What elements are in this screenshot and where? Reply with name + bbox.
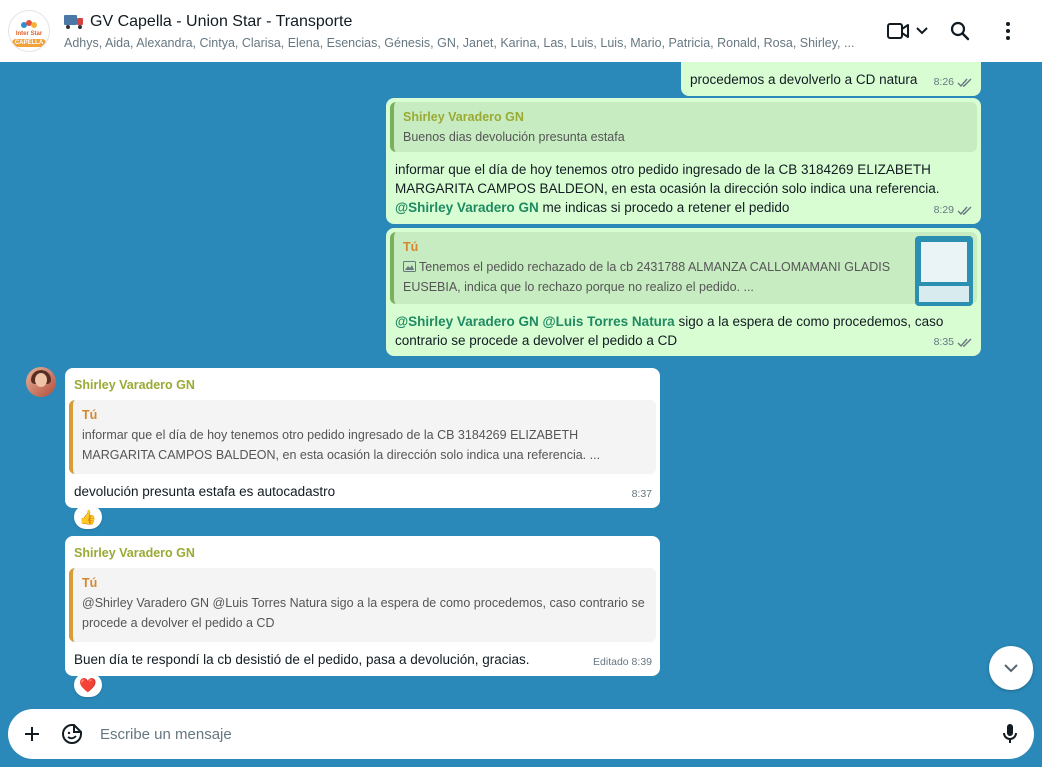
chevron-down-icon: [916, 27, 928, 35]
chat-header: Inter Star CAPELLA GV Capella - Union St…: [0, 0, 1042, 62]
reaction-badge[interactable]: ❤️: [74, 673, 102, 697]
quote-text: Tenemos el pedido rechazado de la cb 243…: [403, 260, 891, 294]
voice-message-button[interactable]: [990, 714, 1030, 754]
sender-name[interactable]: Shirley Varadero GN: [74, 544, 195, 563]
message-bubble[interactable]: procedemos a devolverlo a CD natura 8:26: [681, 62, 981, 96]
video-call-icon: [887, 23, 909, 39]
message-meta: 8:26: [934, 73, 973, 92]
sticker-icon: [62, 724, 82, 744]
quote-text: informar que el día de hoy tenemos otro …: [82, 428, 601, 462]
message-time: 8:29: [933, 204, 954, 216]
message-bubble[interactable]: Shirley Varadero GN Tú @Shirley Varadero…: [65, 536, 660, 676]
message-list[interactable]: procedemos a devolverlo a CD natura 8:26…: [0, 62, 1042, 705]
mic-icon: [1003, 724, 1017, 743]
quoted-message[interactable]: Tú informar que el día de hoy tenemos ot…: [69, 400, 656, 474]
search-button[interactable]: [936, 11, 984, 51]
message-input[interactable]: [100, 725, 990, 743]
read-ticks-icon: [957, 78, 972, 87]
message-text: devolución presunta estafa es autocadast…: [74, 484, 336, 499]
search-icon: [950, 21, 970, 41]
message-body: informar que el día de hoy tenemos otro …: [395, 160, 965, 217]
message-bubble[interactable]: Shirley Varadero GN Tú informar que el d…: [65, 368, 660, 508]
attach-button[interactable]: [12, 714, 52, 754]
message-composer: [8, 709, 1034, 759]
quote-thumbnail: [915, 236, 973, 306]
group-avatar[interactable]: Inter Star CAPELLA: [8, 10, 50, 52]
sender-avatar[interactable]: [26, 367, 56, 397]
logo-banner: CAPELLA: [12, 38, 46, 47]
read-ticks-icon: [957, 338, 972, 347]
read-ticks-icon: [957, 206, 972, 215]
quote-author: Shirley Varadero GN: [403, 110, 524, 124]
plus-icon: [25, 727, 39, 741]
message-time: 8:35: [933, 336, 954, 348]
quoted-message[interactable]: Tú Tenemos el pedido rechazado de la cb …: [390, 232, 977, 306]
header-info[interactable]: GV Capella - Union Star - Transporte Adh…: [64, 13, 880, 50]
quote-text: Buenos dias devolución presunta estafa: [403, 130, 625, 144]
message-text: Buen día te respondí la cb desistió de e…: [74, 652, 530, 667]
video-call-button[interactable]: [880, 11, 936, 51]
message-meta: 8:35: [934, 333, 973, 352]
quoted-message[interactable]: Shirley Varadero GN Buenos dias devoluci…: [390, 102, 977, 152]
scroll-to-bottom-button[interactable]: [989, 646, 1033, 690]
message-body: @Shirley Varadero GN @Luis Torres Natura…: [395, 312, 970, 350]
sender-name[interactable]: Shirley Varadero GN: [74, 376, 195, 395]
message-meta: 8:29: [934, 201, 973, 220]
message-time: 8:26: [933, 76, 954, 88]
chevron-down-icon: [1004, 664, 1018, 673]
mention-link[interactable]: @Shirley Varadero GN: [395, 314, 539, 329]
message-text-after: me indicas si procedo a retener el pedid…: [538, 200, 790, 215]
chat-title: GV Capella - Union Star - Transporte: [90, 12, 353, 30]
emoji-sticker-button[interactable]: [52, 714, 92, 754]
message-text: procedemos a devolverlo a CD natura: [690, 72, 918, 87]
quote-author: Tú: [82, 576, 98, 590]
menu-icon: [1006, 22, 1010, 40]
message-bubble[interactable]: Shirley Varadero GN Buenos dias devoluci…: [386, 98, 981, 224]
quoted-message[interactable]: Tú @Shirley Varadero GN @Luis Torres Nat…: [69, 568, 656, 642]
quote-author: Tú: [82, 408, 98, 422]
quote-text: @Shirley Varadero GN @Luis Torres Natura…: [82, 596, 645, 630]
reaction-badge[interactable]: 👍: [74, 505, 102, 529]
message-text: informar que el día de hoy tenemos otro …: [395, 162, 940, 196]
message-meta: 8:37: [632, 485, 652, 504]
message-bubble[interactable]: Tú Tenemos el pedido rechazado de la cb …: [386, 228, 981, 356]
member-list: Adhys, Aida, Alexandra, Cintya, Clarisa,…: [64, 35, 855, 50]
mention-link[interactable]: @Luis Torres Natura: [543, 314, 675, 329]
mention-link[interactable]: @Shirley Varadero GN: [395, 200, 539, 215]
logo-icon: [21, 19, 37, 30]
image-icon: [403, 261, 416, 272]
quote-author: Tú: [403, 240, 419, 254]
message-time: 8:37: [631, 488, 652, 500]
truck-icon: [64, 14, 84, 29]
menu-button[interactable]: [984, 11, 1032, 51]
logo-text: Inter Star: [15, 30, 43, 37]
message-meta: Editado 8:39: [593, 653, 652, 672]
message-time: Editado 8:39: [593, 656, 652, 668]
